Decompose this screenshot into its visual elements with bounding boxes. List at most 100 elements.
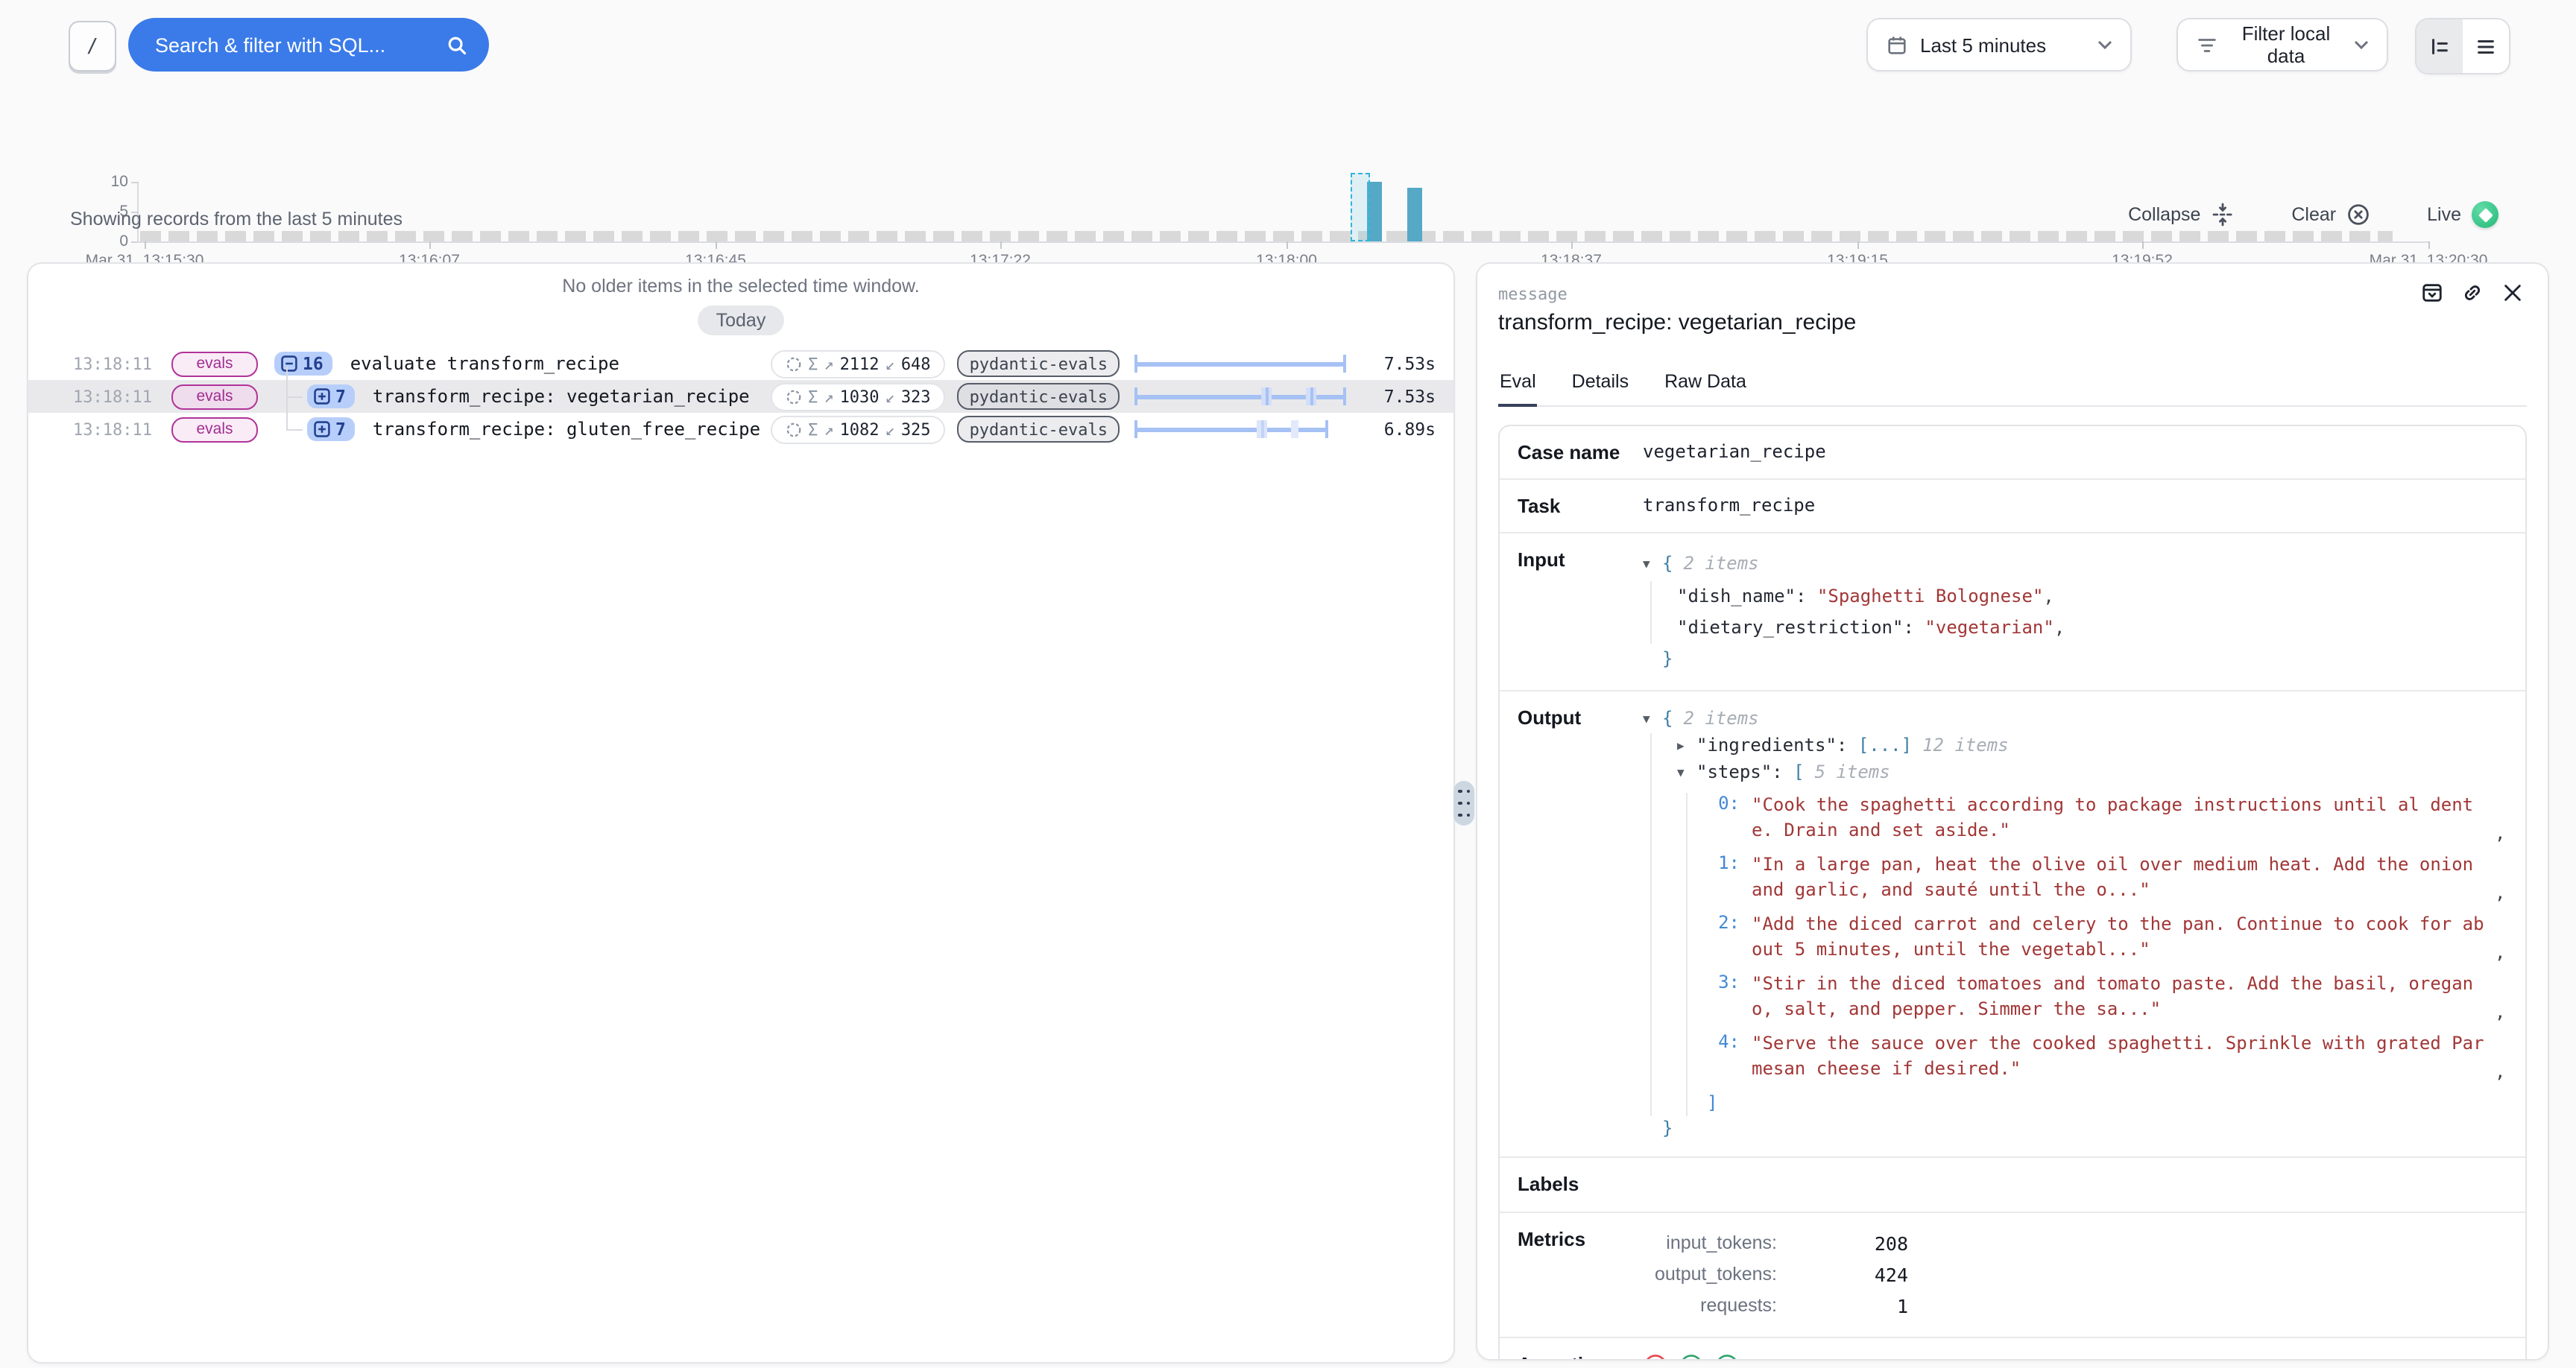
chevron-right-icon[interactable]: ▶ bbox=[1677, 733, 1696, 759]
evals-tag[interactable]: evals bbox=[171, 351, 258, 376]
calendar-icon bbox=[1886, 34, 1908, 56]
json-step-item: In a large pan, heat the olive oil over … bbox=[1707, 852, 2505, 903]
assertion-pass-icon[interactable] bbox=[1679, 1353, 1704, 1361]
collapse-button[interactable]: Collapse bbox=[2119, 201, 2244, 228]
json-key: dish_name bbox=[1677, 581, 1806, 612]
record-row-selected[interactable]: 13:18:11 evals 7 transform_recipe: veget… bbox=[28, 380, 1453, 413]
clear-button[interactable]: Clear bbox=[2282, 201, 2379, 228]
copy-link-icon[interactable] bbox=[2461, 282, 2484, 304]
evals-tag[interactable]: evals bbox=[171, 384, 258, 409]
empty-window-notice: No older items in the selected time wind… bbox=[28, 276, 1453, 297]
filter-lines-icon bbox=[2196, 34, 2218, 56]
token-usage-badge: Σ ↗2112 ↙648 bbox=[771, 349, 946, 378]
span-name: evaluate transform_recipe bbox=[350, 353, 619, 374]
live-indicator-icon bbox=[2472, 201, 2498, 228]
tree-view-button[interactable] bbox=[2416, 19, 2463, 73]
package-tag[interactable]: pydantic-evals bbox=[958, 350, 1120, 377]
record-row[interactable]: 13:18:11 evals 16 evaluate transform_rec… bbox=[28, 347, 1453, 380]
detail-title: transform_recipe: vegetarian_recipe bbox=[1498, 310, 2527, 335]
json-index bbox=[1707, 852, 1740, 903]
output-arrow-icon: ↙ bbox=[886, 419, 895, 439]
sigma-icon: Σ bbox=[808, 419, 818, 439]
case-name-row: Case name vegetarian_recipe bbox=[1500, 426, 2525, 480]
tab-raw-data[interactable]: Raw Data bbox=[1663, 371, 1748, 405]
package-tag[interactable]: pydantic-evals bbox=[958, 416, 1120, 443]
showing-records-text: Showing records from the last 5 minutes bbox=[70, 209, 402, 229]
json-step-item: Add the diced carrot and celery to the p… bbox=[1707, 912, 2505, 963]
histogram-bar[interactable] bbox=[1407, 188, 1422, 241]
tree-view-icon bbox=[2428, 35, 2451, 57]
json-string: Spaghetti Bolognese bbox=[1817, 581, 2044, 612]
chevron-down-icon[interactable]: ▼ bbox=[1643, 548, 1662, 580]
assertions-row: Assertions bbox=[1500, 1338, 2525, 1361]
record-rows: 13:18:11 evals 16 evaluate transform_rec… bbox=[28, 347, 1453, 446]
json-step-item: Serve the sauce over the cooked spaghett… bbox=[1707, 1031, 2505, 1082]
assertion-fail-icon[interactable] bbox=[1643, 1353, 1668, 1361]
output-arrow-icon: ↙ bbox=[886, 387, 895, 406]
duration-bar bbox=[1134, 355, 1346, 373]
y-axis-tick: 0 bbox=[83, 232, 128, 250]
metrics-row: Metrics input_tokens:208 output_tokens:4… bbox=[1500, 1213, 2525, 1338]
json-key: ingredients bbox=[1696, 733, 1847, 759]
labels-row: Labels bbox=[1500, 1158, 2525, 1213]
expand-plus-square-icon bbox=[313, 420, 331, 438]
time-range-label: Last 5 minutes bbox=[1920, 34, 2046, 56]
date-pill[interactable]: Today bbox=[698, 305, 784, 335]
tab-details[interactable]: Details bbox=[1570, 371, 1630, 405]
tree-connector bbox=[286, 367, 288, 429]
search-button[interactable]: Search & filter with SQL... bbox=[128, 18, 489, 72]
metrics-list: input_tokens:208 output_tokens:424 reque… bbox=[1643, 1228, 1908, 1322]
json-index bbox=[1707, 972, 1740, 1022]
duration-text: 7.53s bbox=[1352, 353, 1436, 374]
tab-eval[interactable]: Eval bbox=[1498, 371, 1538, 407]
input-arrow-icon: ↗ bbox=[824, 387, 833, 406]
duration-text: 7.53s bbox=[1352, 386, 1436, 407]
record-row[interactable]: 13:18:11 evals 7 transform_recipe: glute… bbox=[28, 413, 1453, 446]
baseline-dashes bbox=[140, 231, 2393, 241]
json-index bbox=[1707, 1031, 1740, 1082]
row-timestamp: 13:18:11 bbox=[73, 419, 145, 439]
record-kind-label: message bbox=[1498, 285, 2527, 304]
input-arrow-icon: ↗ bbox=[824, 354, 833, 373]
close-icon[interactable] bbox=[2501, 282, 2524, 304]
json-key: dietary_restriction bbox=[1677, 612, 1914, 644]
app-root: / Search & filter with SQL... Last 5 min… bbox=[0, 0, 2576, 1368]
chevron-down-icon[interactable]: ▼ bbox=[1677, 760, 1696, 785]
json-index bbox=[1707, 793, 1740, 843]
filter-label: Filter local data bbox=[2230, 22, 2342, 67]
chevron-down-icon bbox=[2354, 40, 2369, 49]
x-axis-line bbox=[137, 241, 2428, 243]
archive-icon[interactable] bbox=[2421, 282, 2443, 304]
assertion-pass-icon[interactable] bbox=[1714, 1353, 1740, 1361]
span-count-badge[interactable]: 7 bbox=[307, 417, 355, 441]
output-row: Output ▼{2 items ▶ingredients [...]12 it… bbox=[1500, 691, 2525, 1158]
chevron-down-icon[interactable]: ▼ bbox=[1643, 706, 1662, 732]
input-json: ▼{2 items dish_name Spaghetti Bolognese … bbox=[1643, 548, 2065, 675]
list-view-button[interactable] bbox=[2463, 19, 2509, 73]
filter-local-data-dropdown[interactable]: Filter local data bbox=[2176, 18, 2388, 72]
json-step-item: Cook the spaghetti according to package … bbox=[1707, 793, 2505, 843]
panel-resize-handle[interactable] bbox=[1453, 781, 1474, 826]
span-count-badge[interactable]: 7 bbox=[307, 384, 355, 408]
task-row: Task transform_recipe bbox=[1500, 480, 2525, 533]
slash-shortcut-keycap: / bbox=[69, 21, 116, 72]
output-arrow-icon: ↙ bbox=[886, 354, 895, 373]
clear-circle-x-icon bbox=[2346, 203, 2370, 227]
list-controls: Collapse Clear Live bbox=[2119, 200, 2507, 229]
json-index bbox=[1707, 912, 1740, 963]
span-name: transform_recipe: vegetarian_recipe bbox=[373, 386, 750, 407]
time-range-dropdown[interactable]: Last 5 minutes bbox=[1866, 18, 2132, 72]
chevron-down-icon bbox=[2097, 40, 2112, 49]
y-axis-tick: 10 bbox=[83, 173, 128, 191]
span-count-badge[interactable]: 16 bbox=[274, 352, 332, 376]
task-value: transform_recipe bbox=[1643, 495, 1815, 516]
evals-tag[interactable]: evals bbox=[171, 417, 258, 442]
package-tag[interactable]: pydantic-evals bbox=[958, 383, 1120, 410]
eval-detail-table: Case name vegetarian_recipe Task transfo… bbox=[1498, 425, 2527, 1361]
json-step-item: Stir in the diced tomatoes and tomato pa… bbox=[1707, 972, 2505, 1022]
live-toggle[interactable]: Live bbox=[2418, 200, 2507, 229]
duration-text: 6.89s bbox=[1352, 419, 1436, 440]
row-timestamp: 13:18:11 bbox=[73, 387, 145, 406]
collapse-minus-square-icon bbox=[280, 355, 298, 373]
output-json: ▼{2 items ▶ingredients [...]12 items ▼st… bbox=[1643, 706, 2505, 1141]
